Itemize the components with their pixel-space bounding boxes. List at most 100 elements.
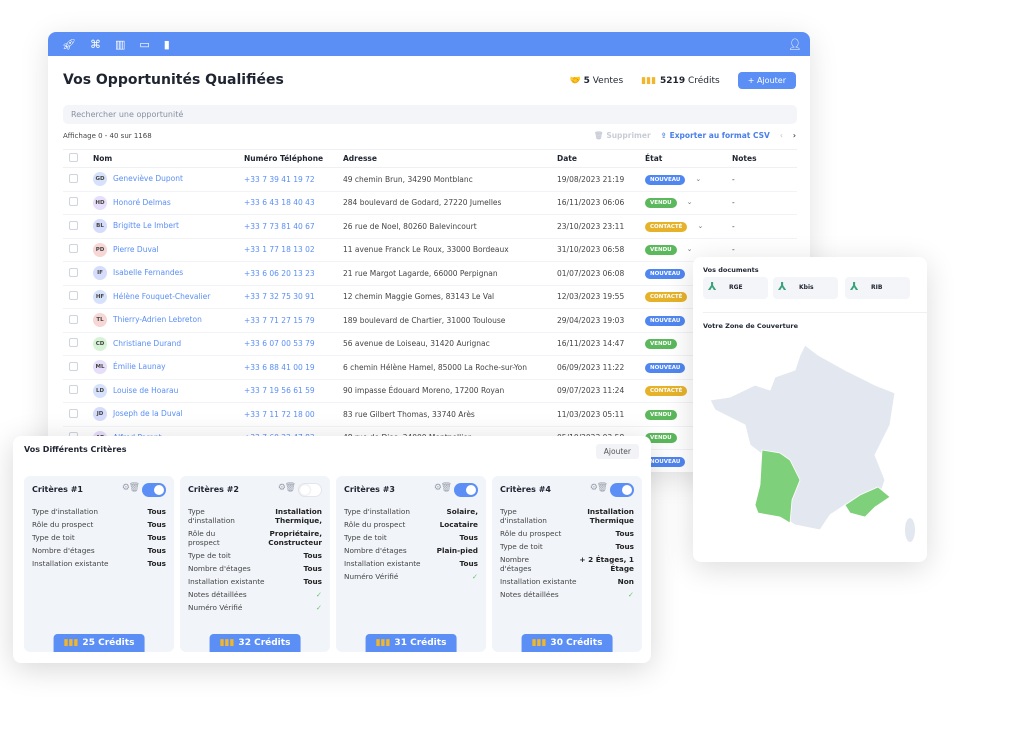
phone-link[interactable]: +33 7 73 81 40 67 bbox=[244, 222, 315, 231]
table-row[interactable]: PD Pierre Duval +33 1 77 18 13 02 11 aven… bbox=[63, 238, 797, 262]
add-criteria-button[interactable]: Ajouter bbox=[595, 444, 639, 459]
chevron-down-icon[interactable]: ⌄ bbox=[687, 245, 693, 253]
table-row[interactable]: HD Honoré Delmas +33 6 43 18 40 43 284 bo… bbox=[63, 191, 797, 215]
status-badge[interactable]: VENDU bbox=[645, 245, 677, 256]
coverage-map[interactable] bbox=[700, 335, 925, 560]
contact-name[interactable]: Geneviève Dupont bbox=[113, 174, 183, 183]
row-checkbox[interactable] bbox=[69, 314, 78, 324]
export-csv-button[interactable]: ⇪ Exporter au format CSV bbox=[661, 131, 770, 140]
col-address: Adresse bbox=[343, 149, 557, 168]
trash-icon[interactable]: 🗑︎ bbox=[597, 483, 608, 493]
document-kbis[interactable]: ⅄ Kbis bbox=[773, 277, 838, 299]
row-checkbox[interactable] bbox=[69, 338, 78, 348]
document-rge[interactable]: ⅄ RGE bbox=[703, 277, 768, 299]
criteria-card-title: Critères #2 bbox=[188, 485, 239, 494]
row-checkbox[interactable] bbox=[69, 385, 78, 395]
contact-name[interactable]: Joseph de la Duval bbox=[113, 409, 183, 418]
criteria-row: Rôle du prospect Locataire bbox=[344, 520, 478, 529]
col-phone: Numéro Téléphone bbox=[244, 149, 343, 168]
criteria-toggle[interactable] bbox=[298, 483, 322, 497]
date: 09/07/2023 11:24 bbox=[557, 379, 645, 403]
phone-link[interactable]: +33 7 19 56 61 59 bbox=[244, 386, 315, 395]
status-badge[interactable]: NOUVEAU bbox=[645, 315, 686, 326]
criteria-toggle[interactable] bbox=[142, 483, 166, 497]
phone-link[interactable]: +33 1 77 18 13 02 bbox=[244, 245, 315, 254]
criteria-row: Type d'installation Installation Thermiqu… bbox=[188, 507, 322, 525]
trash-icon[interactable]: 🗑︎ bbox=[129, 483, 140, 493]
trash-icon[interactable]: 🗑︎ bbox=[285, 483, 296, 493]
row-checkbox[interactable] bbox=[69, 408, 78, 418]
criteria-toggle[interactable] bbox=[610, 483, 634, 497]
avatar: LD bbox=[93, 383, 107, 398]
chevron-down-icon[interactable]: ⌄ bbox=[695, 175, 701, 183]
document-rib[interactable]: ⅄ RIB bbox=[845, 277, 910, 299]
criteria-row: Rôle du prospect Tous bbox=[500, 529, 634, 538]
wallet-icon[interactable]: ▭ bbox=[139, 38, 149, 51]
phone-link[interactable]: +33 7 11 72 18 00 bbox=[244, 410, 315, 419]
trash-icon[interactable]: 🗑︎ bbox=[441, 483, 452, 493]
status-badge[interactable]: NOUVEAU bbox=[645, 362, 686, 373]
contact-name[interactable]: Brigitte Le Imbert bbox=[113, 221, 179, 230]
chevron-down-icon[interactable]: ⌄ bbox=[687, 198, 693, 206]
table-row[interactable]: ML Émilie Launay +33 6 88 41 00 19 6 chem… bbox=[63, 355, 797, 380]
prev-page-button[interactable]: ‹ bbox=[780, 131, 783, 140]
contact-name[interactable]: Louise de Hoarau bbox=[113, 386, 178, 395]
criteria-toggle[interactable] bbox=[454, 483, 478, 497]
contact-name[interactable]: Honoré Delmas bbox=[113, 198, 171, 207]
table-row[interactable]: CD Christiane Durand +33 6 07 00 53 79 56… bbox=[63, 332, 797, 356]
status-badge[interactable]: CONTACTÉ bbox=[645, 386, 688, 397]
table-row[interactable]: TL Thierry-Adrien Lebreton +33 7 71 27 15… bbox=[63, 308, 797, 333]
rocket-icon[interactable]: 🚀︎ bbox=[62, 38, 76, 51]
row-checkbox[interactable] bbox=[69, 173, 78, 183]
next-page-button[interactable]: › bbox=[793, 131, 796, 140]
status-badge[interactable]: VENDU bbox=[645, 198, 677, 209]
date: 06/09/2023 11:22 bbox=[557, 355, 645, 380]
row-checkbox[interactable] bbox=[69, 361, 78, 371]
status-badge[interactable]: NOUVEAU bbox=[645, 268, 686, 279]
table-row[interactable]: HF Hélène Fouquet-Chevalier +33 7 32 75 3… bbox=[63, 285, 797, 309]
network-icon[interactable]: ⌘ bbox=[90, 38, 101, 51]
building-icon[interactable]: ▥ bbox=[115, 38, 125, 51]
table-row[interactable]: GD Geneviève Dupont +33 7 39 41 19 72 49 … bbox=[63, 167, 797, 192]
select-all-checkbox[interactable] bbox=[69, 153, 78, 162]
contact-name[interactable]: Hélène Fouquet-Chevalier bbox=[113, 292, 210, 301]
address: 49 chemin Brun, 34290 Montblanc bbox=[343, 167, 557, 192]
contact-name[interactable]: Thierry-Adrien Lebreton bbox=[113, 315, 202, 324]
contact-name[interactable]: Émilie Launay bbox=[113, 362, 166, 371]
phone-link[interactable]: +33 6 06 20 13 23 bbox=[244, 269, 315, 278]
phone-link[interactable]: +33 6 43 18 40 43 bbox=[244, 198, 315, 207]
phone-link[interactable]: +33 7 71 27 15 79 bbox=[244, 316, 315, 325]
row-checkbox[interactable] bbox=[69, 267, 78, 277]
row-checkbox[interactable] bbox=[69, 220, 78, 230]
delete-button[interactable]: 🗑︎ Supprimer bbox=[594, 131, 651, 140]
chevron-down-icon[interactable]: ⌄ bbox=[697, 222, 703, 230]
phone-link[interactable]: +33 6 07 00 53 79 bbox=[244, 339, 315, 348]
status-badge[interactable]: NOUVEAU bbox=[645, 174, 686, 185]
status-badge[interactable]: VENDU bbox=[645, 409, 677, 420]
row-checkbox[interactable] bbox=[69, 291, 78, 301]
table-row[interactable]: JD Joseph de la Duval +33 7 11 72 18 00 8… bbox=[63, 402, 797, 427]
add-button[interactable]: + Ajouter bbox=[737, 72, 796, 89]
contact-name[interactable]: Isabelle Fernandes bbox=[113, 268, 183, 277]
user-icon[interactable]: 👤︎ bbox=[788, 38, 802, 51]
phone-link[interactable]: +33 6 88 41 00 19 bbox=[244, 363, 315, 372]
row-checkbox[interactable] bbox=[69, 197, 78, 207]
status-badge[interactable]: NOUVEAU bbox=[645, 456, 686, 467]
criteria-row: Notes détaillées ✓ bbox=[500, 590, 634, 599]
table-row[interactable]: LD Louise de Hoarau +33 7 19 56 61 59 90 … bbox=[63, 379, 797, 403]
status-badge[interactable]: CONTACTÉ bbox=[645, 221, 688, 232]
search-input[interactable]: Rechercher une opportunité bbox=[63, 105, 797, 124]
status-badge[interactable]: CONTACTÉ bbox=[645, 292, 688, 303]
phone-link[interactable]: +33 7 32 75 30 91 bbox=[244, 292, 315, 301]
row-checkbox[interactable] bbox=[69, 244, 78, 254]
contact-name[interactable]: Pierre Duval bbox=[113, 245, 159, 254]
table-row[interactable]: BL Brigitte Le Imbert +33 7 73 81 40 67 2… bbox=[63, 214, 797, 239]
table-row[interactable]: IF Isabelle Fernandes +33 6 06 20 13 23 2… bbox=[63, 261, 797, 286]
contact-name[interactable]: Christiane Durand bbox=[113, 339, 181, 348]
avatar: PD bbox=[93, 242, 107, 257]
criteria-card: Critères #1 ⚙ 🗑︎ Type d'installation Tous… bbox=[24, 476, 174, 652]
status-badge[interactable]: VENDU bbox=[645, 339, 677, 350]
avatar: HF bbox=[93, 289, 107, 304]
phone-link[interactable]: +33 7 39 41 19 72 bbox=[244, 175, 315, 184]
chart-icon[interactable]: ▮ bbox=[164, 38, 170, 51]
